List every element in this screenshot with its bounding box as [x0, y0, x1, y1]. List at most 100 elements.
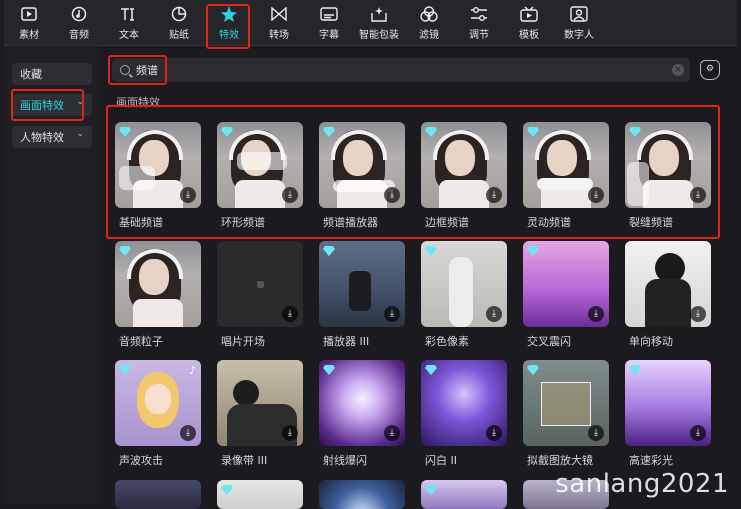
effect-name: 频谱播放器 — [323, 216, 378, 229]
effect-tile[interactable]: ⤓ 单向移动 — [625, 241, 711, 349]
toolbar-item-digital-human[interactable]: 数字人 — [554, 0, 604, 46]
effect-thumbnail: ⤓ — [319, 122, 405, 208]
sidebar-item-screen-effects[interactable]: 画面特效 ⌄ — [12, 94, 92, 116]
diamond-icon — [221, 485, 233, 495]
toolbar-item-filter[interactable]: 滤镜 — [404, 0, 454, 46]
toolbar-item-effects[interactable]: 特效 — [204, 0, 254, 49]
diamond-icon — [323, 127, 335, 137]
download-icon[interactable]: ⤓ — [588, 425, 604, 441]
search-icon — [120, 65, 130, 75]
effect-name: 音频粒子 — [119, 335, 163, 348]
download-icon[interactable]: ⤓ — [384, 187, 400, 203]
sticker-icon — [170, 5, 188, 23]
download-icon[interactable]: ⤓ — [588, 306, 604, 322]
effect-name: 单向移动 — [629, 335, 673, 348]
effect-thumbnail: ⤓ — [625, 241, 711, 327]
effect-tile[interactable]: ⤓ 频谱播放器 — [319, 122, 405, 230]
filter-icon — [420, 5, 438, 23]
watermark: sanlang2021 — [555, 469, 729, 499]
effect-thumbnail: ⤓ — [421, 241, 507, 327]
search-input[interactable] — [136, 63, 656, 77]
diamond-icon — [221, 127, 233, 137]
adjust-icon — [470, 5, 488, 23]
effect-tile[interactable]: ⤓ 闪白 II — [421, 360, 507, 468]
download-icon[interactable]: ⤓ — [282, 306, 298, 322]
toolbar-item-audio[interactable]: 音频 — [54, 0, 104, 46]
sidebar-item-label: 人物特效 — [20, 131, 64, 144]
effect-thumbnail[interactable] — [115, 480, 201, 509]
diamond-icon — [425, 246, 437, 256]
effect-thumbnail: ⤓ — [217, 122, 303, 208]
effect-thumbnail: ⤓ — [319, 360, 405, 446]
text-icon — [120, 5, 138, 23]
download-icon[interactable]: ⤓ — [282, 187, 298, 203]
effect-tile[interactable]: ⤓ 射线爆闪 — [319, 360, 405, 468]
toolbar-item-media[interactable]: 素材 — [4, 0, 54, 46]
toolbar-item-transition[interactable]: 转场 — [254, 0, 304, 46]
download-icon[interactable]: ⤓ — [690, 187, 706, 203]
effect-tile[interactable]: ⤓ 高速彩光 — [625, 360, 711, 468]
effect-tile[interactable]: ⤓ 基础频谱 — [115, 122, 201, 230]
effect-name: 交叉震闪 — [527, 335, 571, 348]
effect-tile[interactable]: ⤓ 环形频谱 — [217, 122, 303, 230]
effect-tile[interactable]: ⤓ 裂缝频谱 — [625, 122, 711, 230]
sidebar-item-person-effects[interactable]: 人物特效 ⌄ — [12, 126, 92, 148]
toolbar-item-smart-pack[interactable]: 智能包装 — [354, 0, 404, 46]
digital-human-icon — [570, 5, 588, 23]
download-icon[interactable]: ⤓ — [690, 425, 706, 441]
effect-thumbnail: ⤓ — [523, 122, 609, 208]
effect-tile[interactable]: ⤓ 交叉震闪 — [523, 241, 609, 349]
download-icon[interactable]: ⤓ — [486, 187, 502, 203]
effect-name: 录像带 III — [221, 454, 268, 467]
download-icon[interactable]: ⤓ — [486, 306, 502, 322]
effect-thumbnail: ⤓ — [217, 241, 303, 327]
effects-star-icon — [220, 5, 238, 23]
diamond-icon — [119, 127, 131, 137]
effect-tile[interactable]: ♪ ⤓ 声波攻击 — [115, 360, 201, 468]
effect-tile[interactable]: ⤓ 拟截图放大镜 — [523, 360, 609, 468]
download-icon[interactable]: ⤓ — [384, 306, 400, 322]
effect-tile[interactable]: ⤓ 边框频谱 — [421, 122, 507, 230]
chevron-down-icon: ⌄ — [76, 129, 84, 139]
effect-name: 拟截图放大镜 — [527, 454, 593, 467]
template-icon — [520, 5, 538, 23]
effect-name: 彩色像素 — [425, 335, 469, 348]
effect-thumbnail[interactable] — [217, 480, 303, 509]
download-icon[interactable]: ⤓ — [690, 306, 706, 322]
toolbar-item-sticker[interactable]: 贴纸 — [154, 0, 204, 46]
diamond-icon — [323, 365, 335, 375]
toolbar-item-adjust[interactable]: 调节 — [454, 0, 504, 46]
effect-thumbnail[interactable] — [421, 480, 507, 509]
effect-tile[interactable]: 音频粒子 — [115, 241, 201, 349]
media-icon — [20, 5, 38, 23]
download-icon[interactable]: ⤓ — [588, 187, 604, 203]
toolbar-item-text[interactable]: 文本 — [104, 0, 154, 46]
download-icon[interactable]: ⤓ — [282, 425, 298, 441]
effect-name: 环形频谱 — [221, 216, 265, 229]
audio-icon — [70, 5, 88, 23]
download-icon[interactable]: ⤓ — [384, 425, 400, 441]
effect-tile[interactable]: ⤓ 播放器 III — [319, 241, 405, 349]
effect-thumbnail: ⤓ — [115, 122, 201, 208]
effect-tile[interactable]: ⤓ 彩色像素 — [421, 241, 507, 349]
effect-tile[interactable]: ⤓ 唱片开场 — [217, 241, 303, 349]
effect-tile[interactable]: ⤓ 录像带 III — [217, 360, 303, 468]
effect-tile[interactable]: ⤓ 灵动频谱 — [523, 122, 609, 230]
smart-pack-icon — [370, 5, 388, 23]
toolbar-item-subtitle[interactable]: 字幕 — [304, 0, 354, 46]
download-icon[interactable]: ⤓ — [486, 425, 502, 441]
sidebar-item-favorites[interactable]: 收藏 — [12, 63, 92, 85]
toolbar-item-template[interactable]: 模板 — [504, 0, 554, 46]
diamond-icon — [425, 485, 437, 495]
download-icon[interactable]: ⤓ — [180, 425, 196, 441]
effect-name: 播放器 III — [323, 335, 370, 348]
effect-thumbnail: ⤓ — [523, 241, 609, 327]
clear-search-icon[interactable]: × — [672, 64, 684, 76]
filter-settings-icon[interactable]: ⚙ — [700, 60, 720, 80]
diamond-icon — [527, 365, 539, 375]
effect-thumbnail[interactable] — [319, 480, 405, 509]
diamond-icon — [119, 246, 131, 256]
download-icon[interactable]: ⤓ — [180, 187, 196, 203]
search-bar[interactable]: × — [112, 58, 690, 82]
effect-name: 射线爆闪 — [323, 454, 367, 467]
